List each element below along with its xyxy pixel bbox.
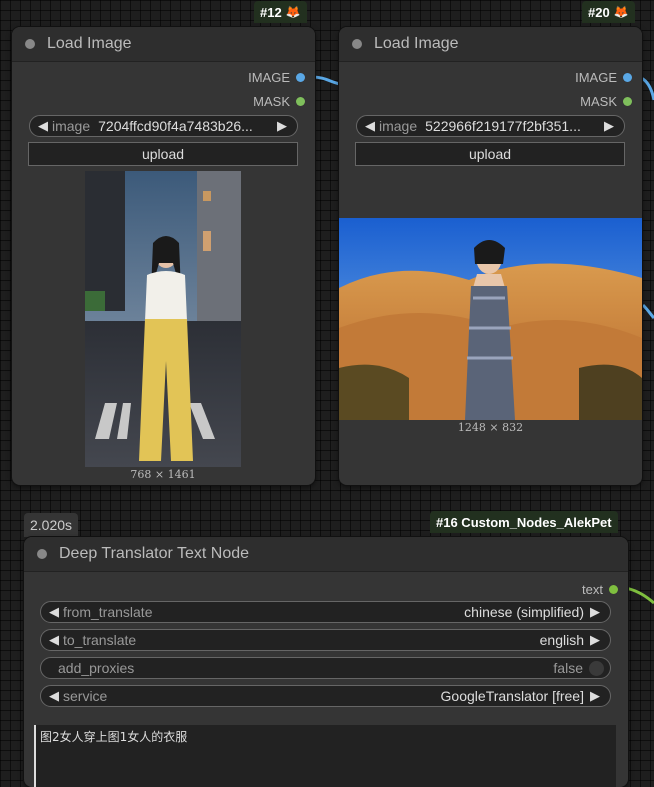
toggle-knob-icon[interactable]: [589, 660, 604, 676]
output-text[interactable]: text: [582, 582, 618, 597]
node-id-badge: #20 🦊: [582, 1, 635, 23]
service-combo[interactable]: ◀ service GoogleTranslator [free] ▶: [40, 685, 611, 707]
node-title: Load Image: [47, 35, 132, 52]
add-proxies-toggle[interactable]: add_proxies false: [40, 657, 611, 679]
output-mask[interactable]: MASK: [580, 94, 632, 109]
node-id-badge: #12 🦊: [254, 1, 307, 23]
image-dimensions: 1248 × 832: [457, 421, 524, 434]
deep-translator-node[interactable]: Deep Translator Text Node text ◀ from_tr…: [24, 537, 628, 787]
node-id-badge: #16 Custom_Nodes_AlekPet: [430, 511, 618, 533]
right-arrow-icon[interactable]: ▶: [598, 118, 624, 134]
image-combo[interactable]: ◀ image 7204ffcd90f4a7483b26... ▶: [29, 115, 298, 137]
left-arrow-icon[interactable]: ◀: [41, 632, 63, 648]
from-translate-combo[interactable]: ◀ from_translate chinese (simplified) ▶: [40, 601, 611, 623]
execution-time-badge: 2.020s: [24, 513, 79, 537]
image-preview: [85, 171, 241, 467]
right-arrow-icon[interactable]: ▶: [271, 118, 297, 134]
image-socket-icon[interactable]: [296, 73, 305, 82]
output-image[interactable]: IMAGE: [575, 70, 632, 85]
image-combo[interactable]: ◀ image 522966f219177f2bf351... ▶: [356, 115, 625, 137]
left-arrow-icon[interactable]: ◀: [30, 118, 52, 134]
output-image[interactable]: IMAGE: [248, 70, 305, 85]
collapse-dot-icon[interactable]: [37, 549, 47, 559]
fox-icon: 🦊: [285, 5, 301, 19]
collapse-dot-icon[interactable]: [25, 39, 35, 49]
upload-button[interactable]: upload: [355, 142, 625, 166]
load-image-node[interactable]: Load Image IMAGE MASK ◀ image 7204ffcd90…: [12, 27, 315, 485]
left-arrow-icon[interactable]: ◀: [41, 604, 63, 620]
image-dimensions: 768 × 1461: [130, 468, 196, 481]
mask-socket-icon[interactable]: [296, 97, 305, 106]
left-arrow-icon[interactable]: ◀: [41, 688, 63, 704]
load-image-node[interactable]: Load Image IMAGE MASK ◀ image 522966f219…: [339, 27, 642, 485]
image-preview: [339, 218, 642, 420]
right-arrow-icon[interactable]: ▶: [584, 604, 610, 620]
upload-button[interactable]: upload: [28, 142, 298, 166]
text-input-area[interactable]: 图2女人穿上图1女人的衣服: [34, 725, 616, 787]
node-title: Load Image: [374, 35, 459, 52]
text-socket-icon[interactable]: [609, 585, 618, 594]
to-translate-combo[interactable]: ◀ to_translate english ▶: [40, 629, 611, 651]
image-socket-icon[interactable]: [623, 73, 632, 82]
mask-socket-icon[interactable]: [623, 97, 632, 106]
right-arrow-icon[interactable]: ▶: [584, 632, 610, 648]
right-arrow-icon[interactable]: ▶: [584, 688, 610, 704]
fox-icon: 🦊: [613, 5, 629, 19]
left-arrow-icon[interactable]: ◀: [357, 118, 379, 134]
node-title: Deep Translator Text Node: [59, 545, 250, 562]
output-mask[interactable]: MASK: [253, 94, 305, 109]
collapse-dot-icon[interactable]: [352, 39, 362, 49]
